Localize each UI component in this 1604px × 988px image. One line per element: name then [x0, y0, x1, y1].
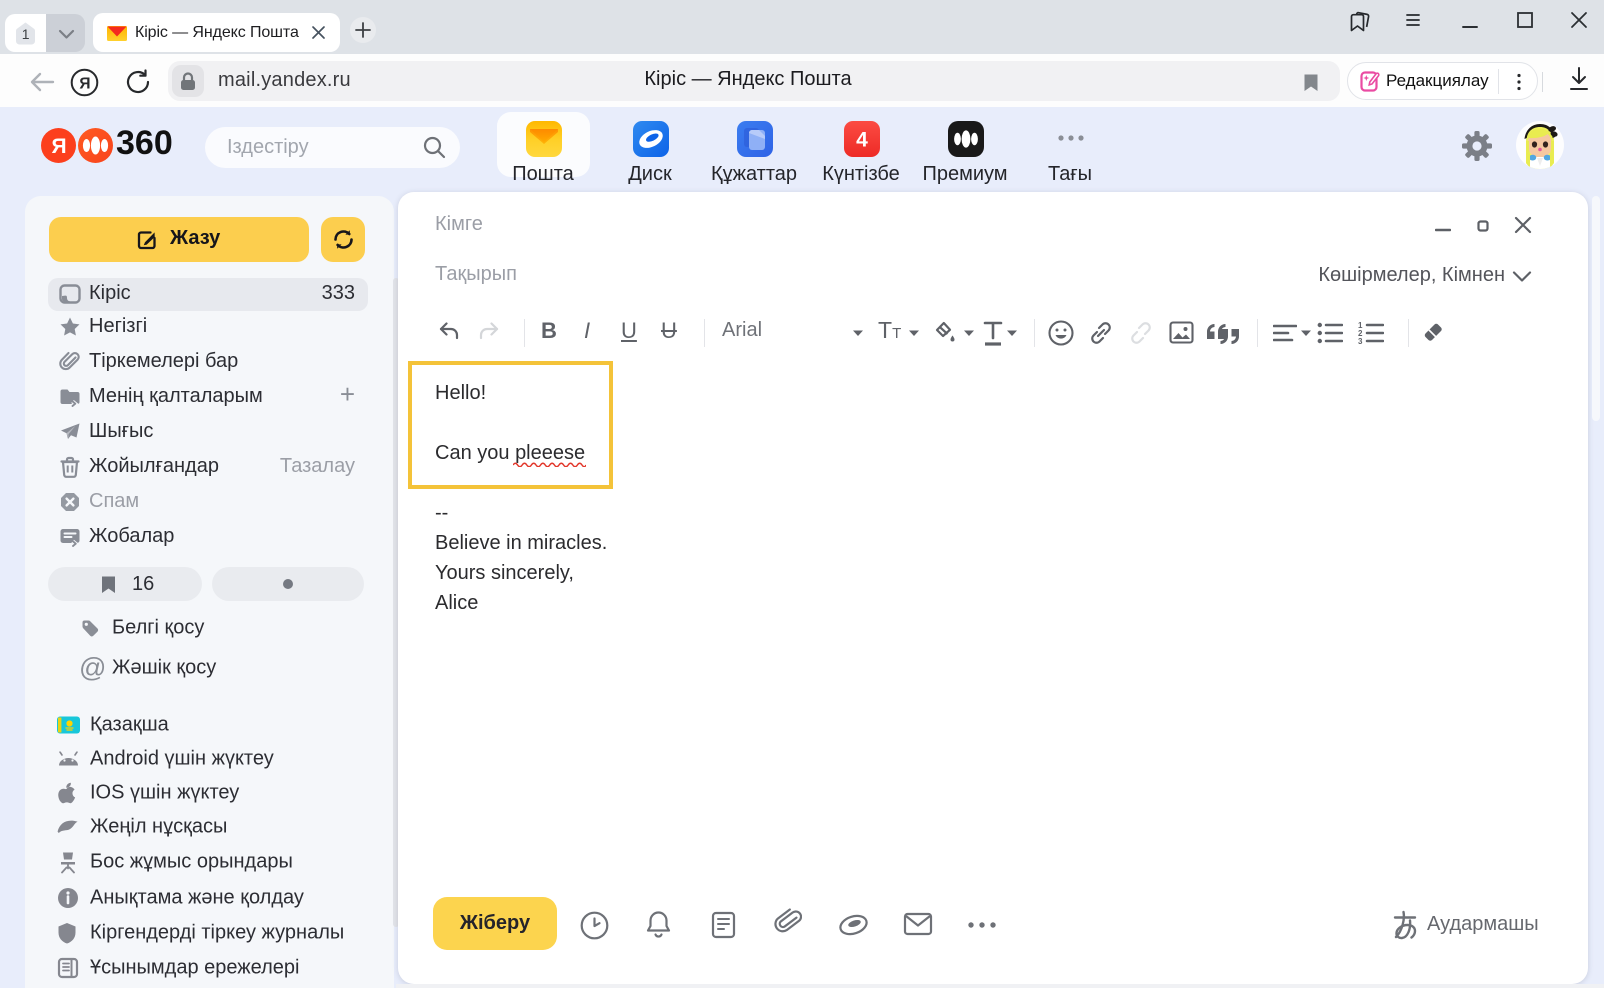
svg-text:Я: Я [51, 135, 66, 158]
svg-text:4: 4 [856, 129, 868, 152]
svg-text:3: 3 [1358, 337, 1363, 344]
svg-text:1: 1 [22, 26, 30, 42]
